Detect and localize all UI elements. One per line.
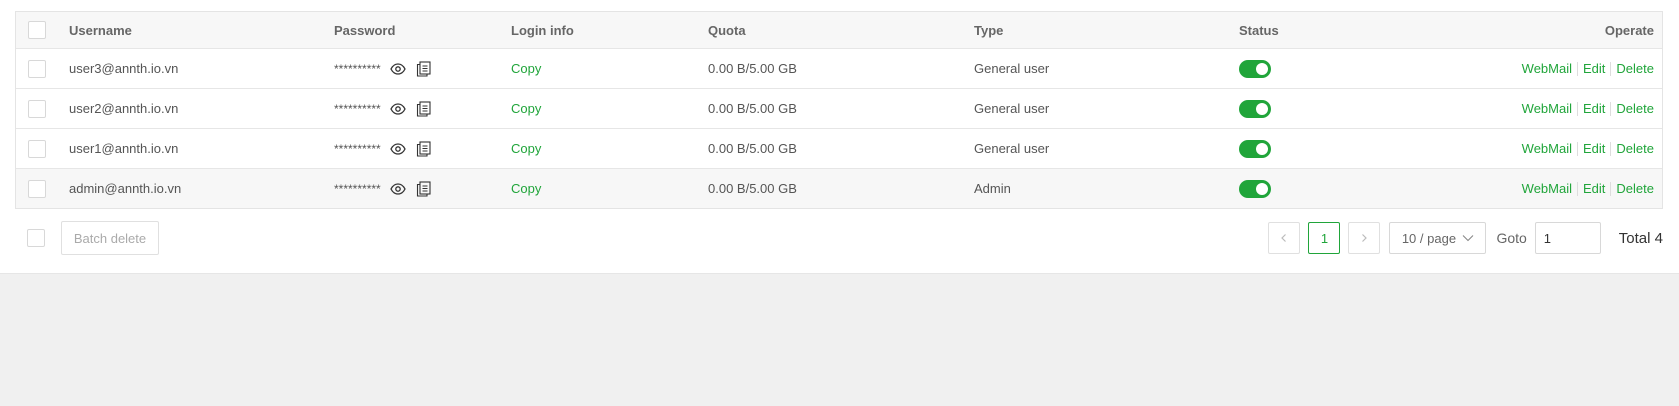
eye-icon[interactable] <box>389 100 407 118</box>
webmail-link[interactable]: WebMail <box>1522 61 1572 76</box>
users-table: Username Password Login info Quota Type … <box>15 11 1663 209</box>
copy-login-info-link[interactable]: Copy <box>511 61 541 76</box>
row-checkbox[interactable] <box>28 59 46 78</box>
delete-link[interactable]: Delete <box>1616 141 1654 156</box>
divider <box>1610 101 1612 116</box>
eye-icon[interactable] <box>389 60 407 78</box>
password-mask: ********** <box>334 141 381 156</box>
next-page-button[interactable] <box>1348 222 1381 254</box>
quota-cell: 0.00 B/5.00 GB <box>708 141 797 156</box>
webmail-link[interactable]: WebMail <box>1522 101 1572 116</box>
header-quota: Quota <box>708 22 746 38</box>
type-cell: Admin <box>974 181 1011 196</box>
type-cell: General user <box>974 101 1050 116</box>
webmail-link[interactable]: WebMail <box>1522 141 1572 156</box>
status-toggle[interactable] <box>1239 179 1271 198</box>
edit-link[interactable]: Edit <box>1583 181 1605 196</box>
eye-icon[interactable] <box>389 180 407 198</box>
status-toggle[interactable] <box>1239 99 1271 118</box>
quota-cell: 0.00 B/5.00 GB <box>708 101 797 116</box>
copy-icon[interactable] <box>415 140 433 158</box>
footer-select-all-checkbox[interactable] <box>27 229 45 247</box>
divider <box>1577 101 1579 116</box>
delete-link[interactable]: Delete <box>1616 61 1654 76</box>
operate-cell: WebMail Edit Delete <box>1522 49 1654 88</box>
table-row: user2@annth.io.vn ********** Copy 0.00 B… <box>16 88 1662 128</box>
username-cell: user2@annth.io.vn <box>69 101 179 116</box>
password-cell: ********** <box>334 129 441 168</box>
operate-cell: WebMail Edit Delete <box>1522 169 1654 208</box>
chevron-right-icon <box>1362 234 1368 242</box>
header-type: Type <box>974 22 1004 38</box>
goto-page-input[interactable] <box>1534 222 1601 254</box>
password-mask: ********** <box>334 101 381 116</box>
chevron-left-icon <box>1281 234 1287 242</box>
divider <box>1577 61 1579 76</box>
table-row: admin@annth.io.vn ********** Copy 0.00 B… <box>16 168 1662 208</box>
header-operate: Operate <box>1604 22 1654 38</box>
table-header: Username Password Login info Quota Type … <box>16 12 1662 48</box>
table-row: user1@annth.io.vn ********** Copy 0.00 B… <box>16 128 1662 168</box>
row-checkbox[interactable] <box>28 139 46 158</box>
header-username[interactable]: Username <box>69 12 132 48</box>
operate-cell: WebMail Edit Delete <box>1522 129 1654 168</box>
batch-delete-button[interactable]: Batch delete <box>61 221 159 255</box>
table-row: user3@annth.io.vn ********** Copy 0.00 B… <box>16 48 1662 88</box>
page-1-button[interactable]: 1 <box>1308 222 1341 254</box>
quota-cell: 0.00 B/5.00 GB <box>708 61 797 76</box>
quota-cell: 0.00 B/5.00 GB <box>708 181 797 196</box>
row-checkbox[interactable] <box>28 179 46 198</box>
goto-label: Goto <box>1496 230 1527 246</box>
copy-login-info-link[interactable]: Copy <box>511 141 541 156</box>
password-cell: ********** <box>334 89 441 128</box>
chevron-down-icon <box>1462 235 1474 242</box>
webmail-link[interactable]: WebMail <box>1522 181 1572 196</box>
page-size-value: 10 / page <box>1401 230 1457 246</box>
prev-page-button[interactable] <box>1268 222 1301 254</box>
header-login-info: Login info <box>511 22 574 38</box>
operate-cell: WebMail Edit Delete <box>1522 89 1654 128</box>
copy-icon[interactable] <box>415 100 433 118</box>
username-cell: user3@annth.io.vn <box>69 61 179 76</box>
edit-link[interactable]: Edit <box>1583 141 1605 156</box>
password-cell: ********** <box>334 49 441 88</box>
edit-link[interactable]: Edit <box>1583 101 1605 116</box>
password-mask: ********** <box>334 181 381 196</box>
row-checkbox[interactable] <box>28 99 46 118</box>
header-status: Status <box>1239 22 1279 38</box>
password-cell: ********** <box>334 169 441 208</box>
delete-link[interactable]: Delete <box>1616 101 1654 116</box>
pagination: 1 10 / page Goto Total 4 <box>1268 221 1663 255</box>
mail-users-panel: Username Password Login info Quota Type … <box>0 0 1679 274</box>
divider <box>1577 181 1579 196</box>
copy-icon[interactable] <box>415 60 433 78</box>
divider <box>1610 141 1612 156</box>
table-footer: Batch delete 1 10 / page Goto Total 4 <box>15 221 1663 255</box>
delete-link[interactable]: Delete <box>1616 181 1654 196</box>
username-cell: admin@annth.io.vn <box>69 181 182 196</box>
divider <box>1610 181 1612 196</box>
copy-login-info-link[interactable]: Copy <box>511 101 541 116</box>
header-password: Password <box>334 22 396 38</box>
type-cell: General user <box>974 141 1050 156</box>
password-mask: ********** <box>334 61 381 76</box>
status-toggle[interactable] <box>1239 139 1271 158</box>
select-all-checkbox[interactable] <box>28 21 46 39</box>
divider <box>1577 141 1579 156</box>
divider <box>1610 61 1612 76</box>
type-cell: General user <box>974 61 1050 76</box>
status-toggle[interactable] <box>1239 59 1271 78</box>
total-count: Total 4 <box>1618 229 1663 247</box>
eye-icon[interactable] <box>389 140 407 158</box>
page-size-select[interactable]: 10 / page <box>1389 222 1487 254</box>
edit-link[interactable]: Edit <box>1583 61 1605 76</box>
username-cell: user1@annth.io.vn <box>69 141 179 156</box>
copy-icon[interactable] <box>415 180 433 198</box>
copy-login-info-link[interactable]: Copy <box>511 181 541 196</box>
